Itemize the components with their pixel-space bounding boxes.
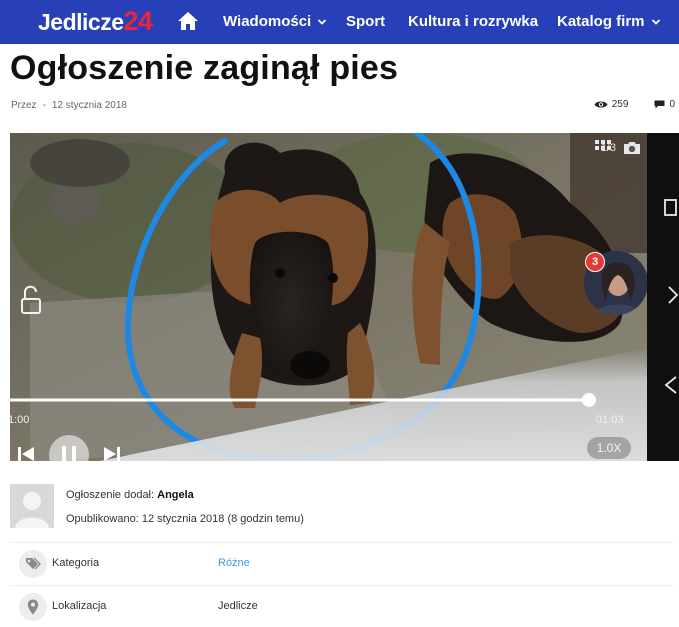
image-counter-text: 1/3 [600,142,616,154]
author-prefix: Przez [11,100,37,111]
chevron-down-icon [318,18,327,25]
chevron-right-icon [668,286,679,304]
nav-item-label: Wiadomości [223,13,312,30]
author-name[interactable]: Angela [157,489,194,501]
published-value: 12 stycznia 2018 (8 godzin temu) [141,513,304,525]
page-title: Ogłoszenie zaginął pies [10,49,399,87]
nav-item-sport[interactable]: Sport [346,13,385,30]
device-nav-icons [664,199,679,394]
nav-item-wiadomosci[interactable]: Wiadomości [223,13,327,30]
nav-item-katalog-firm[interactable]: Katalog firm [557,13,661,30]
published-label: Opublikowano: [66,513,139,525]
detail-row-category: Kategoria Różne [10,542,674,584]
back-icon [664,376,677,394]
notification-badge: 3 [585,252,605,272]
logo-text: Jedlicze [38,9,124,35]
chevron-down-icon [651,18,660,25]
home-icon[interactable] [177,11,199,31]
logo-number: 24 [123,6,154,36]
detail-label: Lokalizacja [52,600,107,612]
map-pin-icon [19,593,47,621]
nav-item-label: Sport [346,13,386,30]
location-value: Jedlicze [218,600,258,612]
eye-icon [594,101,608,108]
nav-item-label: Katalog firm [557,13,645,30]
article-stats: 259 0 [594,99,675,110]
square-icon [664,199,677,216]
comments-count: 0 [669,99,675,110]
camera-icon[interactable] [623,141,641,155]
top-navigation: Jedlicze 24 Wiadomości Sport Kultura i ro… [0,0,679,44]
detail-label: Kategoria [52,557,100,569]
nav-item-kultura[interactable]: Kultura i rozrywka [408,13,538,30]
video-time-start: 1:00 [10,414,30,426]
author-avatar[interactable] [10,484,54,528]
comment-icon [654,100,665,109]
detail-row-location: Lokalizacja Jedlicze [10,585,674,627]
author-added-line: Ogłoszenie dodał: Angela [66,489,194,501]
article-date: 12 stycznia 2018 [51,100,127,111]
tags-icon [19,550,47,578]
dogs-photo [10,133,647,461]
featured-image[interactable]: 1/3 1:00 01:03 1.0X 3 [10,133,647,461]
views-count: 259 [611,99,629,110]
user-silhouette-icon [10,484,54,528]
video-time-end: 01:03 [596,414,624,426]
author-added-label: Ogłoszenie dodał: [66,489,155,501]
author-published-line: Opublikowano: 12 stycznia 2018 (8 godzin… [66,513,304,525]
playback-speed-button[interactable]: 1.0X [587,437,631,459]
device-nav-bar [647,133,679,461]
nav-item-label: Kultura i rozrywka [408,13,539,30]
article-meta: Przez -12 stycznia 2018 [11,100,127,111]
site-logo[interactable]: Jedlicze 24 [38,6,153,38]
category-link[interactable]: Różne [218,557,250,569]
image-counter: 1/3 [576,141,641,155]
meta-separator: - [42,100,46,111]
